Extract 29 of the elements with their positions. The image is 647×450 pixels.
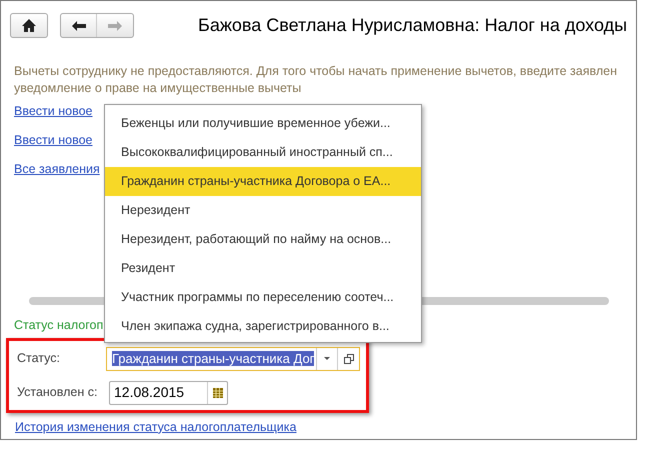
info-text: Вычеты сотруднику не предоставляются. Для того чтобы начать применение вычетов, введите заявлен: [14, 63, 618, 80]
dropdown-item[interactable]: Участник программы по переселению соотеч...: [105, 283, 421, 312]
windows-icon: [344, 354, 354, 364]
field-label: Статус:: [17, 350, 61, 368]
link[interactable]: Ввести новое: [14, 132, 92, 149]
info-text: уведомление о праве на имущественные вычеты: [14, 80, 302, 97]
link[interactable]: Все заявления: [14, 161, 100, 178]
dropdown-item[interactable]: Гражданин страны-участника Договора о ЕА...: [105, 167, 421, 196]
date-field[interactable]: 12.08.2015: [109, 380, 228, 405]
dropdown-item[interactable]: Нерезидент: [105, 196, 421, 225]
home-icon: [22, 19, 36, 32]
calendar-icon: [212, 388, 222, 398]
caret-icon: [324, 357, 330, 360]
date-value: 12.08.2015: [113, 383, 186, 402]
right-arrow-icon: [108, 20, 122, 30]
left-arrow-icon: [72, 20, 86, 30]
field-value: Гражданин страны-участника Дог: [112, 350, 314, 366]
section-heading: Статус налогоп: [14, 317, 104, 334]
status-field[interactable]: Гражданин страны-участника Дог: [106, 346, 360, 371]
history-link[interactable]: История изменения статуса налогоплательщика: [15, 418, 296, 436]
window-title: Бажова Светлана Нурисламовна: Налог на доходы: [198, 14, 628, 37]
field-label: Установлен с:: [17, 384, 98, 402]
dropdown-item[interactable]: Высококвалифицированный иностранный сп...: [105, 138, 421, 167]
dropdown-item[interactable]: Член экипажа судна, зарегистрированного в...: [105, 312, 421, 341]
dropdown-item[interactable]: Беженцы или получившие временное убежи...: [105, 109, 421, 138]
dropdown-item[interactable]: Резидент: [105, 254, 421, 283]
link[interactable]: Ввести новое: [14, 103, 92, 120]
dropdown-item[interactable]: Нерезидент, работающий по найму на основ...: [105, 225, 421, 254]
home-button[interactable]: [10, 13, 48, 38]
